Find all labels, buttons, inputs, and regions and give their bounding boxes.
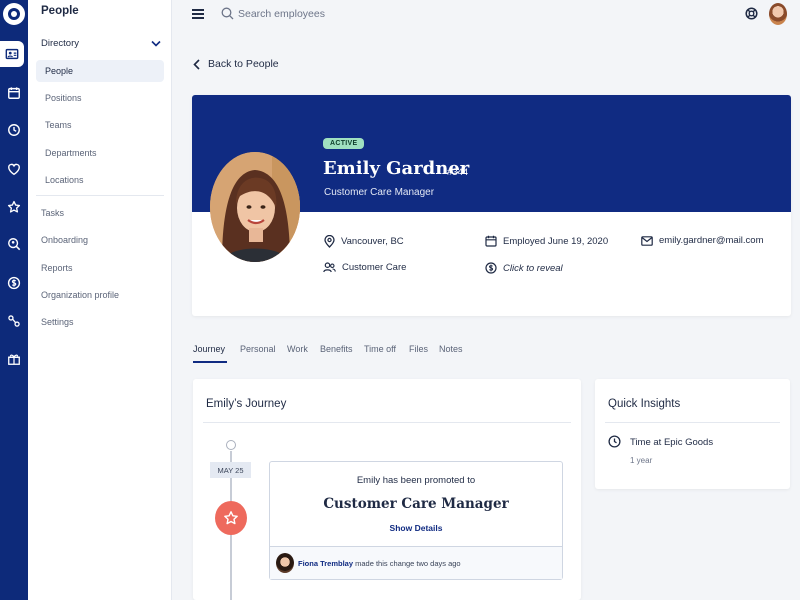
location-pin-icon [324,235,335,248]
tab-notes[interactable]: Notes [439,344,463,354]
employed-info: Employed June 19, 2020 [485,235,608,247]
sidebar-item-locations[interactable]: Locations [36,169,164,191]
department-info: Customer Care [323,262,406,273]
people-icon [323,262,336,273]
profile-card: ACTIVE Emily Gardner #344 Customer Care … [192,95,791,316]
insight-value: 1 year [630,456,653,465]
tab-time-off[interactable]: Time off [364,344,396,354]
sidebar-item-onboarding[interactable]: Onboarding [41,235,88,245]
changer-avatar [276,553,294,573]
sidebar-item-tasks[interactable]: Tasks [41,208,64,218]
active-tab-indicator [193,361,227,363]
calendar-icon[interactable] [0,80,28,106]
changer-name[interactable]: Fiona Tremblay [298,559,353,568]
calendar-small-icon [485,235,497,247]
profile-photo [210,152,300,262]
event-role: Customer Care Manager [323,496,509,512]
journey-title: Emily’s Journey [206,398,287,410]
promotion-event-card: Emily has been promoted to Customer Care… [269,461,563,580]
icon-rail [0,0,28,600]
people-nav-icon[interactable] [0,41,24,67]
promotion-star-icon [215,501,247,535]
menu-icon[interactable] [192,9,204,19]
sidebar-item-settings[interactable]: Settings [41,317,74,327]
tab-benefits[interactable]: Benefits [320,344,353,354]
show-details-link[interactable]: Show Details [270,523,562,533]
search-input[interactable] [238,6,438,22]
tab-journey[interactable]: Journey [193,344,225,354]
dollar-circle-icon [485,262,497,274]
department-text: Customer Care [342,262,407,273]
directory-label: Directory [41,38,80,49]
journey-card: Emily’s Journey MAY 25 Emily has been pr… [193,379,581,600]
event-footer: Fiona Tremblay made this change two days… [270,546,562,579]
change-text: made this change two days ago [355,559,461,568]
clock-icon[interactable] [0,117,28,143]
sidebar-item-reports[interactable]: Reports [41,263,73,273]
back-label: Back to People [208,58,279,70]
insights-title: Quick Insights [608,398,681,410]
tab-work[interactable]: Work [287,344,308,354]
sidebar-item-departments[interactable]: Departments [36,142,164,164]
timeline-start-dot [226,440,236,450]
sidebar-item-organization-profile[interactable]: Organization profile [41,290,119,300]
journey-divider [203,422,571,423]
top-bar [172,0,800,30]
sidebar-title: People [41,5,79,17]
employee-id: #344 [447,167,469,178]
dollar-icon[interactable] [0,270,28,296]
mail-icon [641,235,653,246]
location-info: Vancouver, BC [324,235,404,248]
chevron-left-icon [193,58,200,70]
insights-divider [605,422,780,423]
event-description: Emily has been promoted to [356,475,476,486]
email-text: emily.gardner@mail.com [659,235,764,246]
email-info[interactable]: emily.gardner@mail.com [641,235,764,246]
employee-title: Customer Care Manager [324,187,435,198]
user-avatar[interactable] [769,3,787,25]
sidebar-item-positions[interactable]: Positions [36,87,164,109]
clock-small-icon [608,435,621,448]
salary-text: Click to reveal [503,262,563,274]
status-badge: ACTIVE [323,138,365,149]
back-to-people-link[interactable]: Back to People [193,58,279,70]
tab-personal[interactable]: Personal [240,344,276,354]
tab-files[interactable]: Files [409,344,428,354]
sidebar: People Directory People Positions Teams … [28,0,172,600]
gift-icon[interactable] [0,346,28,372]
chevron-down-icon [151,40,161,47]
logo-icon[interactable] [3,3,25,25]
directory-toggle[interactable]: Directory [41,38,161,49]
star-icon[interactable] [0,194,28,220]
search-icon [221,7,234,20]
quick-insights-card: Quick Insights Time at Epic Goods 1 year [595,379,790,489]
location-text: Vancouver, BC [341,236,404,247]
salary-reveal[interactable]: Click to reveal [485,262,563,274]
employed-text: Employed June 19, 2020 [503,235,609,247]
sidebar-divider [36,195,164,196]
search-person-icon[interactable] [0,231,28,257]
change-attribution: Fiona Tremblay made this change two days… [298,559,461,568]
heart-icon[interactable] [0,156,28,182]
workflow-icon[interactable] [0,308,28,334]
sidebar-item-teams[interactable]: Teams [36,114,164,136]
insight-label: Time at Epic Goods [630,437,714,448]
sidebar-item-people[interactable]: People [36,60,164,82]
help-icon[interactable] [745,7,758,20]
timeline-date: MAY 25 [210,462,251,478]
